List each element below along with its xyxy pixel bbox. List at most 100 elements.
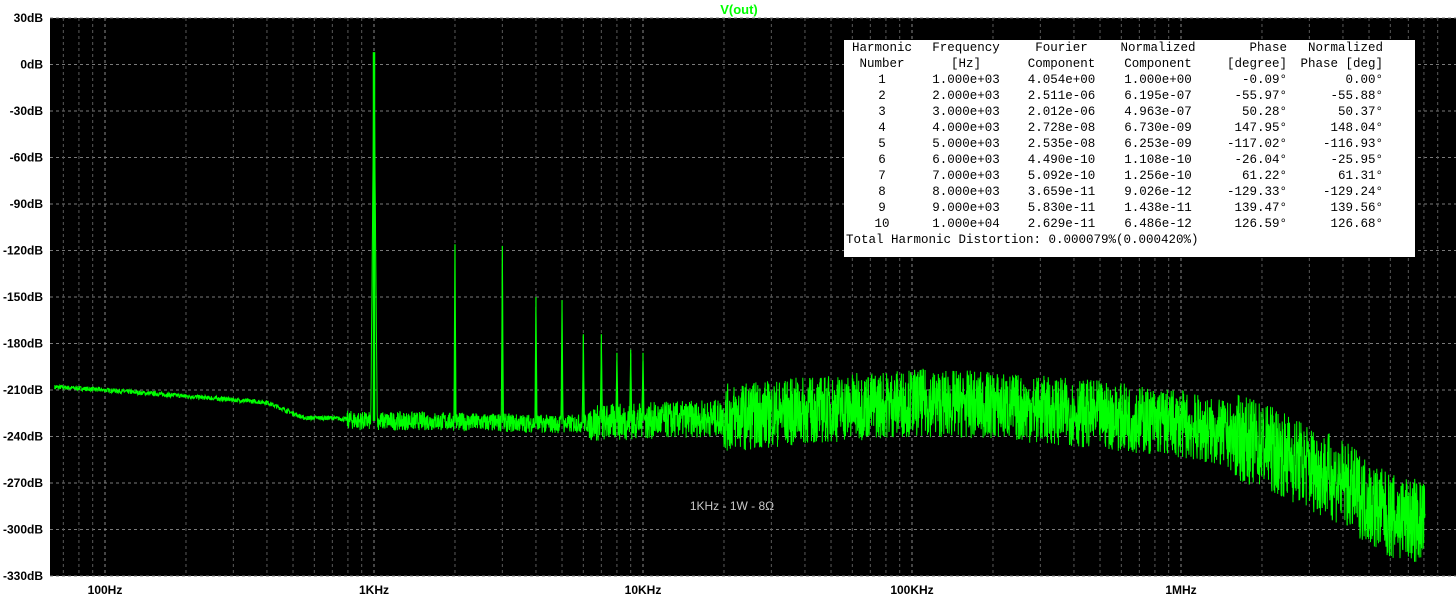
x-tick-label: 10KHz — [625, 583, 662, 597]
fourier-cell: Harmonic — [851, 41, 912, 55]
fourier-cell: 2.012e-06 — [1027, 105, 1096, 119]
y-tick-label: -240dB — [3, 430, 43, 444]
fourier-row: 7 7.000e+03 5.092e-10 1.256e-10 61.22° 61.31° — [846, 168, 1383, 184]
y-tick-label: -300dB — [3, 523, 43, 537]
fourier-row: 2 2.000e+03 2.511e-06 6.195e-07 -55.97° -55.8… — [846, 88, 1383, 104]
fourier-cell: 2.511e-06 — [1027, 89, 1096, 103]
fourier-cell: 1.000e+03 — [932, 73, 1000, 87]
fourier-cell: 6.253e-09 — [1124, 137, 1192, 151]
y-tick-label: -150dB — [3, 290, 43, 304]
fourier-cell: 2.535e-08 — [1027, 137, 1096, 151]
y-axis-ticks: 30dB 0dB -30dB -60dB -90dB -120dB -150dB -180dB… — [3, 11, 43, 583]
fourier-cell: 9.026e-12 — [1124, 185, 1192, 199]
fourier-cell: 7 — [878, 169, 886, 183]
fourier-cell: -0.09° — [1241, 73, 1287, 87]
fourier-cell: 6 — [878, 153, 886, 167]
fourier-cell: 3.000e+03 — [932, 105, 1000, 119]
fourier-cell: -55.88° — [1330, 89, 1383, 103]
fourier-cell: 6.000e+03 — [932, 153, 1000, 167]
fourier-cell: 1.000e+04 — [932, 217, 1000, 231]
thd-line: Total Harmonic Distortion: 0.000079%(0.0… — [846, 233, 1199, 247]
fourier-cell: 2.728e-08 — [1027, 121, 1096, 135]
fourier-row: 1 1.000e+03 4.054e+00 1.000e+00 -0.09° 0.00° — [846, 72, 1383, 88]
fourier-header-row: Number [Hz] Component Component [degree] Phas… — [846, 56, 1383, 72]
fourier-cell: Component — [1124, 57, 1192, 71]
fourier-cell: -129.24° — [1322, 185, 1383, 199]
fourier-cell: Phase — [1249, 41, 1287, 55]
fourier-row: 3 3.000e+03 2.012e-06 4.963e-07 50.28° 50.37° — [846, 104, 1383, 120]
fourier-cell: 50.37° — [1337, 105, 1383, 119]
fourier-cell: -25.95° — [1330, 153, 1383, 167]
x-axis-ticks: 100Hz 1KHz 10KHz 100KHz 1MHz — [88, 583, 1197, 597]
trace-title[interactable]: V(out) — [720, 2, 758, 17]
y-tick-label: -330dB — [3, 569, 43, 583]
y-tick-label: -270dB — [3, 476, 43, 490]
y-tick-label: -210dB — [3, 383, 43, 397]
plot-annotation: 1KHz - 1W - 8Ω — [690, 499, 774, 513]
fourier-cell: 139.47° — [1234, 201, 1287, 215]
fourier-cell: 3.659e-11 — [1027, 185, 1096, 199]
fourier-cell: 5 — [878, 137, 886, 151]
fourier-cell: 5.000e+03 — [932, 137, 1000, 151]
y-tick-label: -90dB — [10, 197, 44, 211]
fourier-cell: 2.000e+03 — [932, 89, 1000, 103]
fourier-cell: 5.092e-10 — [1027, 169, 1096, 183]
fourier-cell: Phase [deg] — [1300, 57, 1383, 71]
fourier-cell: 126.68° — [1330, 217, 1383, 231]
fourier-table: Harmonic Frequency Fourier Normalized Phase N… — [844, 40, 1415, 257]
fourier-cell: 147.95° — [1234, 121, 1287, 135]
fourier-cell: 9.000e+03 — [932, 201, 1000, 215]
fourier-cell: 6.486e-12 — [1124, 217, 1192, 231]
fourier-cell: 5.830e-11 — [1027, 201, 1096, 215]
x-tick-label: 1KHz — [359, 583, 389, 597]
fourier-cell: 10 — [874, 217, 890, 231]
y-tick-label: 30dB — [14, 11, 44, 25]
fourier-cell: Fourier — [1035, 41, 1088, 55]
fourier-row: 10 1.000e+04 2.629e-11 6.486e-12 126.59° 126.… — [846, 216, 1383, 232]
fourier-cell: 1.000e+00 — [1124, 73, 1192, 87]
fourier-cell: 61.22° — [1241, 169, 1287, 183]
fourier-cell: 148.04° — [1330, 121, 1383, 135]
fourier-cell: 61.31° — [1337, 169, 1383, 183]
fourier-cell: 8.000e+03 — [932, 185, 1000, 199]
fourier-cell: 2 — [878, 89, 886, 103]
fourier-cell: 8 — [878, 185, 886, 199]
fourier-table-body: Harmonic Frequency Fourier Normalized Phase N… — [846, 40, 1383, 232]
fourier-cell: 4.490e-10 — [1027, 153, 1096, 167]
fourier-cell: -116.93° — [1322, 137, 1383, 151]
fourier-cell: 1 — [878, 73, 886, 87]
x-tick-label: 1MHz — [1165, 583, 1196, 597]
fourier-cell: [degree] — [1226, 57, 1287, 71]
fourier-cell: 4.963e-07 — [1124, 105, 1192, 119]
fourier-cell: 4.000e+03 — [932, 121, 1000, 135]
fourier-cell: -129.33° — [1226, 185, 1287, 199]
fourier-header-row: Harmonic Frequency Fourier Normalized Phase N… — [846, 40, 1383, 56]
fourier-cell: [Hz] — [950, 57, 981, 71]
x-tick-label: 100KHz — [890, 583, 933, 597]
fourier-cell: -117.02° — [1226, 137, 1287, 151]
x-tick-label: 100Hz — [88, 583, 123, 597]
y-tick-label: 0dB — [20, 58, 43, 72]
fourier-cell: 6.195e-07 — [1124, 89, 1192, 103]
fourier-cell: 126.59° — [1234, 217, 1287, 231]
fourier-cell: 4.054e+00 — [1027, 73, 1096, 87]
fourier-cell: 0.00° — [1345, 73, 1383, 87]
y-tick-label: -60dB — [10, 151, 44, 165]
y-tick-label: -120dB — [3, 244, 43, 258]
fourier-cell: 1.438e-11 — [1124, 201, 1192, 215]
fourier-cell: Normalized — [1307, 41, 1383, 55]
fourier-row: 4 4.000e+03 2.728e-08 6.730e-09 147.95° 148.0… — [846, 120, 1383, 136]
fourier-cell: Normalized — [1120, 41, 1196, 55]
y-tick-label: -30dB — [10, 104, 44, 118]
fourier-cell: 3 — [878, 105, 886, 119]
fourier-row: 5 5.000e+03 2.535e-08 6.253e-09 -117.02° -116… — [846, 136, 1383, 152]
fourier-row: 9 9.000e+03 5.830e-11 1.438e-11 139.47° 139.5… — [846, 200, 1383, 216]
fourier-cell: Frequency — [932, 41, 1000, 55]
fourier-row: 8 8.000e+03 3.659e-11 9.026e-12 -129.33° -129… — [846, 184, 1383, 200]
fourier-cell: 50.28° — [1241, 105, 1287, 119]
y-tick-label: -180dB — [3, 337, 43, 351]
fourier-cell: 1.256e-10 — [1124, 169, 1192, 183]
fourier-cell: 7.000e+03 — [932, 169, 1000, 183]
fourier-row: 6 6.000e+03 4.490e-10 1.108e-10 -26.04° -25.9… — [846, 152, 1383, 168]
fourier-cell: -55.97° — [1234, 89, 1287, 103]
